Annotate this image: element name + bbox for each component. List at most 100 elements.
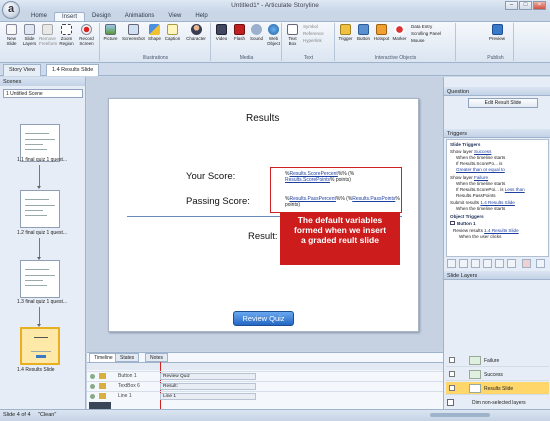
document-tab-bar: Story View 1.4 Results Slide [0, 63, 550, 76]
tab-timeline[interactable]: Timeline [89, 353, 118, 362]
scenes-panel: Scenes 1 Untitled Scene 1.1 final quiz 1… [0, 77, 86, 409]
eye-icon[interactable] [90, 384, 95, 389]
object-item-button-1[interactable]: Button 1 [450, 221, 476, 227]
record-screen-button[interactable]: Record Screen [78, 24, 95, 46]
flash-button[interactable]: Flash [231, 24, 248, 41]
app-logo-icon: a [7, 3, 15, 15]
zoom-slider[interactable] [430, 413, 490, 417]
maximize-button[interactable]: □ [519, 1, 532, 10]
layer-item[interactable]: Failure [446, 354, 549, 367]
edit-result-slide-button[interactable]: Edit Result Slide [468, 98, 538, 108]
data-entry-button[interactable]: Data Entry [411, 24, 432, 30]
your-score-label[interactable]: Your Score: [186, 171, 235, 182]
eye-icon[interactable] [449, 357, 455, 363]
mouse-button[interactable]: Mouse [411, 38, 425, 44]
minimize-button[interactable]: – [505, 1, 518, 10]
button-insert-button[interactable]: Button [355, 24, 372, 41]
annotation-highlight-box [270, 167, 402, 213]
slide-layers-button[interactable]: Slide Layers [21, 24, 38, 46]
video-button[interactable]: Video [213, 24, 230, 41]
picture-button[interactable]: Picture [102, 24, 119, 41]
trigger-item[interactable]: Show layer Failure [450, 175, 488, 181]
lock-icon[interactable] [99, 383, 106, 389]
screenshot-icon [127, 24, 139, 35]
scrolling-panel-button[interactable]: Scrolling Panel [411, 31, 441, 37]
review-quiz-button[interactable]: Review Quiz [233, 311, 294, 326]
tab-results-slide[interactable]: 1.4 Results Slide [46, 64, 100, 76]
character-button[interactable]: Character [184, 24, 208, 41]
timeline-row[interactable]: TextBox 6 Result: [87, 381, 443, 390]
slide-thumbnail[interactable] [20, 190, 60, 228]
close-button[interactable]: × [533, 1, 546, 10]
title-bar: Untitled1* - Articulate Storyline [0, 0, 550, 12]
globe-icon [268, 24, 279, 35]
new-trigger-icon[interactable] [447, 259, 456, 268]
zoom-region-button[interactable]: Zoom Region [58, 24, 75, 46]
preview-icon [491, 24, 503, 35]
timeline-row[interactable]: Line 1 Line 1 [87, 391, 443, 400]
record-icon [81, 24, 92, 35]
slide-label: 1.3 final quiz 1 quest... [17, 299, 68, 305]
slide-thumbnail[interactable] [20, 260, 60, 298]
tab-notes[interactable]: Notes [145, 353, 169, 362]
caption-icon [167, 24, 178, 35]
marker-button[interactable]: Marker [391, 24, 408, 41]
trigger-item[interactable]: Show layer Success [450, 149, 491, 155]
move-down-icon[interactable] [507, 259, 516, 268]
trigger-button[interactable]: Trigger [337, 24, 354, 41]
edit-trigger-icon[interactable] [459, 259, 468, 268]
remove-freeform-button[interactable]: Remove Freeform [39, 24, 57, 46]
text-box-icon [287, 24, 298, 35]
right-panel: Question Edit Result Slide Triggers Slid… [443, 77, 550, 409]
slide-thumbnail-selected[interactable] [20, 327, 60, 365]
reference-button[interactable]: Reference [303, 31, 324, 37]
timeline-row[interactable]: Button 1 Review Quiz [87, 371, 443, 380]
eye-icon[interactable] [449, 371, 455, 377]
picture-icon [105, 24, 116, 35]
delete-icon[interactable] [522, 259, 531, 268]
caption-button[interactable]: Caption [164, 24, 181, 41]
dim-checkbox[interactable] [447, 399, 454, 406]
web-object-button[interactable]: Web Object [265, 24, 282, 46]
shape-button[interactable]: Shape [146, 24, 163, 41]
symbol-button[interactable]: Symbol [303, 24, 318, 30]
eye-icon[interactable] [90, 374, 95, 379]
passing-score-label[interactable]: Passing Score: [186, 196, 250, 207]
tab-story-view[interactable]: Story View [3, 64, 42, 76]
trigger-item[interactable]: Submit results 1.4 Results Slide [450, 200, 515, 206]
flow-arrow [37, 165, 41, 189]
expand-icon[interactable] [536, 259, 545, 268]
hotspot-icon [376, 24, 387, 35]
result-label[interactable]: Result: [248, 231, 278, 242]
timeline-ruler[interactable] [87, 362, 443, 370]
lock-icon[interactable] [99, 373, 106, 379]
paste-icon[interactable] [483, 259, 492, 268]
hyperlink-button[interactable]: Hyperlink [303, 38, 322, 44]
screenshot-button[interactable]: Screenshot [122, 24, 145, 41]
move-up-icon[interactable] [495, 259, 504, 268]
marker-icon [394, 24, 405, 35]
eye-icon[interactable] [90, 394, 95, 399]
eye-icon[interactable] [449, 385, 455, 391]
lock-icon[interactable] [99, 393, 106, 399]
scenes-header: Scenes [0, 77, 85, 86]
slide-count: Slide 4 of 4 [3, 412, 31, 418]
trigger-item[interactable]: Review results 1.4 Results Slide [453, 228, 519, 234]
hotspot-button[interactable]: Hotspot [373, 24, 390, 41]
character-icon [190, 24, 202, 35]
preview-button[interactable]: Preview [487, 24, 507, 41]
slide-triggers-heading: Slide Triggers [450, 142, 481, 147]
tab-states[interactable]: States [115, 353, 140, 362]
remove-freeform-icon [42, 24, 53, 35]
sound-button[interactable]: Sound [248, 24, 265, 41]
layer-item-selected[interactable]: Results Slide [446, 382, 549, 395]
layer-item[interactable]: Success [446, 368, 549, 381]
text-box-button[interactable]: Text Box [284, 24, 301, 46]
slide-title[interactable]: Results [246, 113, 279, 124]
application-menu-button[interactable]: a [2, 1, 20, 19]
new-slide-button[interactable]: New Slide [3, 24, 20, 46]
copy-icon[interactable] [471, 259, 480, 268]
scene-select[interactable]: 1 Untitled Scene [3, 89, 83, 98]
zoom-region-icon [61, 24, 72, 35]
playback-controls[interactable] [89, 402, 111, 409]
